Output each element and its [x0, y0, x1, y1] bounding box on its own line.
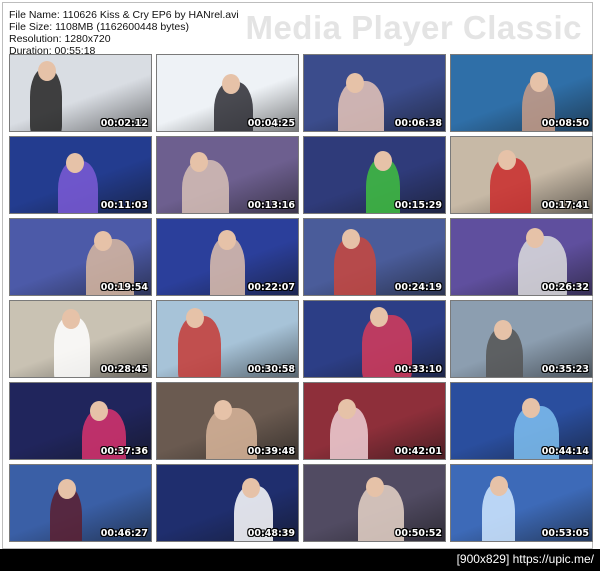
frame-subject-head: [58, 479, 76, 499]
video-thumbnail: 00:04:25: [156, 54, 299, 132]
thumbnail-timestamp: 00:48:39: [247, 528, 295, 539]
thumbnail-timestamp: 00:37:36: [100, 446, 148, 457]
thumbnail-timestamp: 00:02:12: [100, 118, 148, 129]
file-info: File Name: 110626 Kiss & Cry EP6 by HANr…: [9, 9, 239, 57]
thumbnail-timestamp: 00:04:25: [247, 118, 295, 129]
thumbnail-timestamp: 00:35:23: [541, 364, 589, 375]
frame-subject-head: [66, 153, 84, 173]
video-thumbnail: 00:37:36: [9, 382, 152, 460]
thumbnail-timestamp: 00:44:14: [541, 446, 589, 457]
video-thumbnail: 00:22:07: [156, 218, 299, 296]
thumbnail-timestamp: 00:06:38: [394, 118, 442, 129]
frame-subject-head: [94, 231, 112, 251]
video-thumbnail: 00:33:10: [303, 300, 446, 378]
thumbnail-grid: 00:02:12 00:04:25 00:06:38 00:08:50 00:11:03…: [9, 54, 593, 542]
frame-subject-head: [366, 477, 384, 497]
footer-caption: [900x829] https://upic.me/: [456, 552, 594, 566]
video-thumbnail: 00:42:01: [303, 382, 446, 460]
video-thumbnail: 00:08:50: [450, 54, 593, 132]
video-thumbnail: 00:13:16: [156, 136, 299, 214]
thumbnail-timestamp: 00:33:10: [394, 364, 442, 375]
frame-subject-head: [346, 73, 364, 93]
thumbnail-timestamp: 00:26:32: [541, 282, 589, 293]
frame-subject-head: [38, 61, 56, 81]
thumbnail-timestamp: 00:17:41: [541, 200, 589, 211]
video-thumbnail: 00:48:39: [156, 464, 299, 542]
video-thumbnail: 00:02:12: [9, 54, 152, 132]
file-size-line: File Size: 1108MB (1162600448 bytes): [9, 21, 189, 33]
video-thumbnail: 00:06:38: [303, 54, 446, 132]
frame-subject-head: [190, 152, 208, 172]
thumbnail-timestamp: 00:50:52: [394, 528, 442, 539]
thumbnail-timestamp: 00:11:03: [100, 200, 148, 211]
frame-subject-head: [374, 151, 392, 171]
video-thumbnail: 00:35:23: [450, 300, 593, 378]
frame-subject-head: [62, 309, 80, 329]
thumbnail-timestamp: 00:13:16: [247, 200, 295, 211]
frame-subject-head: [370, 307, 388, 327]
video-thumbnail: 00:30:58: [156, 300, 299, 378]
frame-subject-head: [90, 401, 108, 421]
video-thumbnail: 00:19:54: [9, 218, 152, 296]
frame-subject-head: [342, 229, 360, 249]
frame-subject-head: [490, 476, 508, 496]
video-thumbnail: 00:24:19: [303, 218, 446, 296]
frame-subject-head: [218, 230, 236, 250]
thumbnail-timestamp: 00:46:27: [100, 528, 148, 539]
frame-subject-head: [186, 308, 204, 328]
thumbnail-timestamp: 00:30:58: [247, 364, 295, 375]
frame-subject-head: [498, 150, 516, 170]
contact-sheet: File Name: 110626 Kiss & Cry EP6 by HANr…: [2, 2, 593, 549]
video-thumbnail: 00:39:48: [156, 382, 299, 460]
thumbnail-timestamp: 00:08:50: [541, 118, 589, 129]
frame-subject-head: [222, 74, 240, 94]
footer-bar: [900x829] https://upic.me/: [0, 549, 600, 571]
video-thumbnail: 00:53:05: [450, 464, 593, 542]
thumbnail-timestamp: 00:28:45: [100, 364, 148, 375]
video-thumbnail: 00:50:52: [303, 464, 446, 542]
thumbnail-timestamp: 00:15:29: [394, 200, 442, 211]
thumbnail-timestamp: 00:24:19: [394, 282, 442, 293]
video-thumbnail: 00:28:45: [9, 300, 152, 378]
thumbnail-timestamp: 00:22:07: [247, 282, 295, 293]
frame-subject-head: [522, 398, 540, 418]
video-thumbnail: 00:26:32: [450, 218, 593, 296]
file-name-line: File Name: 110626 Kiss & Cry EP6 by HANr…: [9, 9, 239, 21]
resolution-line: Resolution: 1280x720: [9, 33, 111, 45]
frame-subject-head: [494, 320, 512, 340]
video-thumbnail: 00:15:29: [303, 136, 446, 214]
thumbnail-timestamp: 00:42:01: [394, 446, 442, 457]
video-thumbnail: 00:11:03: [9, 136, 152, 214]
thumbnail-timestamp: 00:19:54: [100, 282, 148, 293]
frame-subject-head: [526, 228, 544, 248]
thumbnail-timestamp: 00:39:48: [247, 446, 295, 457]
thumbnail-timestamp: 00:53:05: [541, 528, 589, 539]
player-brand-title: Media Player Classic: [245, 9, 582, 46]
frame-subject-head: [338, 399, 356, 419]
frame-subject-head: [214, 400, 232, 420]
video-thumbnail: 00:46:27: [9, 464, 152, 542]
frame-subject-head: [242, 478, 260, 498]
video-thumbnail: 00:44:14: [450, 382, 593, 460]
frame-subject-head: [530, 72, 548, 92]
video-thumbnail: 00:17:41: [450, 136, 593, 214]
